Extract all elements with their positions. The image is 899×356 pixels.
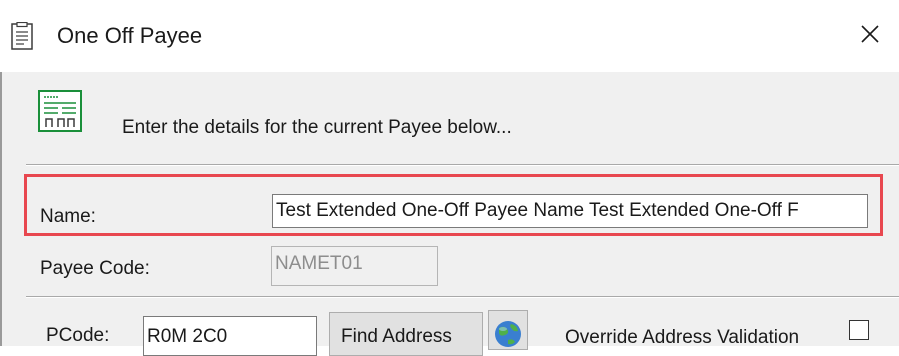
address-separator	[26, 296, 899, 298]
override-address-validation-checkbox[interactable]	[849, 320, 869, 340]
globe-icon[interactable]	[488, 310, 528, 350]
override-address-validation-label: Override Address Validation	[565, 327, 800, 348]
pcode-label: PCode:	[46, 325, 110, 346]
name-field[interactable]: Test Extended One-Off Payee Name Test Ex…	[272, 194, 868, 228]
window-border	[0, 72, 2, 346]
payee-code-label: Payee Code:	[40, 258, 150, 279]
name-label: Name:	[40, 206, 96, 227]
payee-code-field: NAMET01	[271, 246, 438, 286]
window-title: One Off Payee	[57, 23, 203, 48]
payee-document-icon	[38, 85, 82, 133]
header-instruction: Enter the details for the current Payee …	[122, 117, 512, 138]
document-icon	[11, 21, 33, 50]
find-address-button[interactable]: Find Address	[329, 312, 483, 356]
pcode-field[interactable]: R0M 2C0	[143, 316, 317, 356]
title-bar: One Off Payee	[0, 0, 899, 72]
header-separator	[26, 164, 899, 166]
close-button[interactable]	[850, 18, 890, 54]
close-icon	[860, 24, 880, 49]
